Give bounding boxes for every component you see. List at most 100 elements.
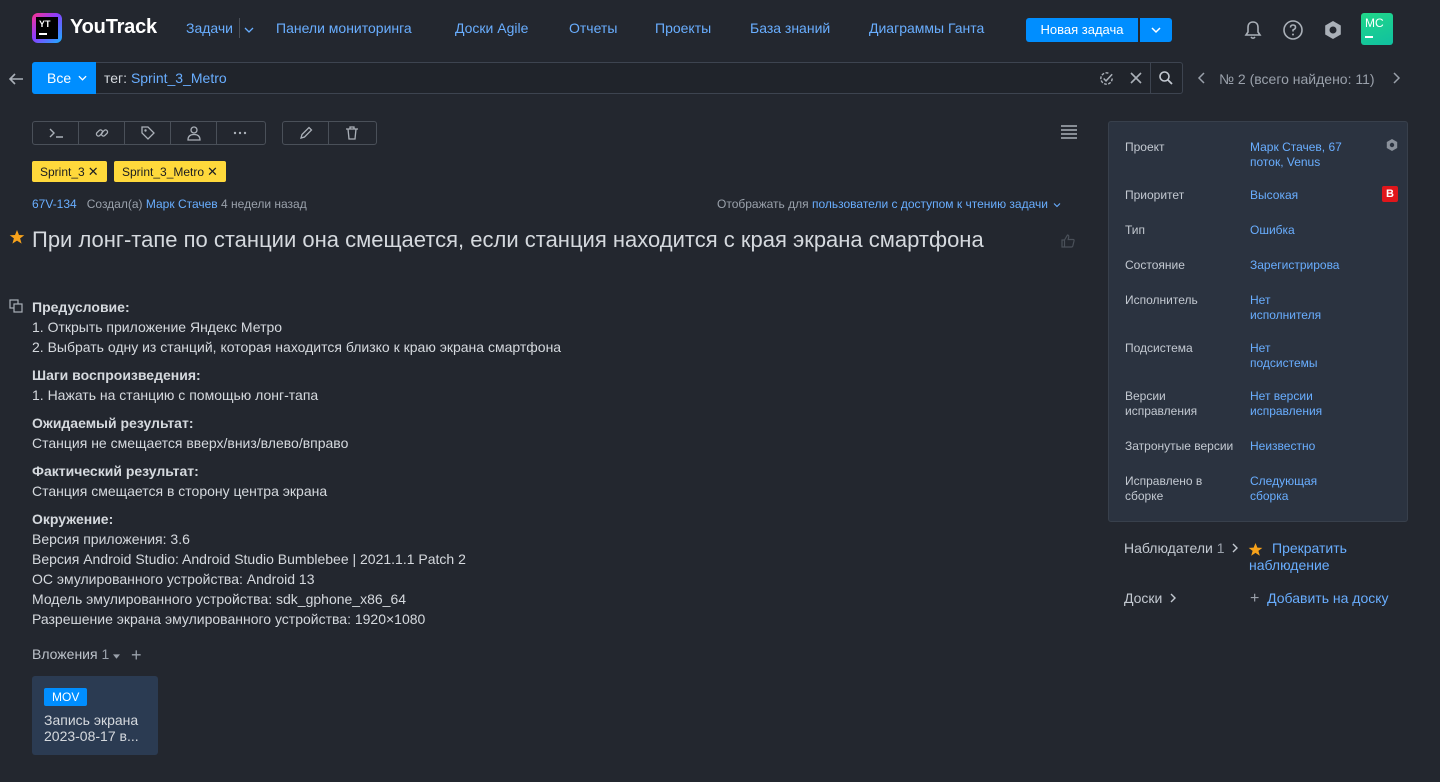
watchers-toggle[interactable]: Наблюдатели 1 (1124, 540, 1239, 556)
environment-heading: Окружение: (32, 511, 114, 527)
logo-text: YT (39, 19, 51, 29)
chevron-down-icon[interactable] (244, 26, 254, 34)
tag-sprint-3[interactable]: Sprint_3 ✕ (32, 161, 107, 182)
next-issue-icon[interactable] (1391, 72, 1401, 84)
remove-tag-icon[interactable]: ✕ (88, 164, 99, 179)
field-value[interactable]: Высокая (1250, 188, 1360, 203)
field-value[interactable]: Марк Стачев, 67 поток, Venus (1250, 140, 1360, 170)
field-label: Версии исправления (1125, 389, 1198, 418)
field-label: Тип (1125, 223, 1146, 237)
activity-view-lines-icon[interactable] (1060, 124, 1078, 140)
issue-meta: 67V-134 Создал(а) Марк Стачев 4 недели н… (32, 197, 307, 211)
brand-name[interactable]: YouTrack (70, 16, 157, 39)
new-task-dropdown-button[interactable] (1140, 18, 1172, 42)
settings-gear-icon[interactable] (1321, 18, 1345, 42)
add-to-board-label: Добавить на доску (1267, 590, 1389, 606)
expected-heading: Ожидаемый результат: (32, 415, 194, 431)
youtrack-logo[interactable]: YT (32, 13, 62, 43)
assign-button[interactable] (171, 122, 217, 144)
watchers-count: 1 (1216, 540, 1225, 556)
link-issue-button[interactable] (79, 122, 125, 144)
new-task-button[interactable]: Новая задача (1026, 18, 1138, 42)
back-arrow-icon[interactable] (7, 70, 25, 88)
visibility-selector[interactable]: Отображать для пользователи с доступом к… (717, 197, 1061, 211)
more-actions-button[interactable] (217, 122, 263, 144)
field-value[interactable]: Зарегистрирова (1250, 258, 1360, 273)
description-line: Версия Android Studio: Android Studio Bu… (32, 551, 466, 567)
field-value[interactable]: Следующая сборка (1250, 474, 1330, 504)
user-icon (186, 126, 201, 141)
description-line: ОС эмулированного устройства: Android 13 (32, 571, 315, 587)
user-avatar[interactable]: MC (1361, 13, 1393, 45)
nav-divider (239, 18, 240, 38)
author-link[interactable]: Марк Стачев (146, 197, 218, 211)
boards-label: Доски (1124, 590, 1163, 606)
help-icon[interactable] (1281, 18, 1305, 42)
edit-toolbar (282, 121, 377, 145)
nav-agile-boards[interactable]: Доски Agile (455, 20, 528, 36)
stop-watching-label: Прекратить наблюдение (1249, 540, 1347, 573)
tag-sprint-3-metro[interactable]: Sprint_3_Metro ✕ (114, 161, 226, 182)
tag-label: Sprint_3_Metro (122, 165, 205, 179)
search-icon[interactable] (1158, 70, 1174, 86)
nav-reports[interactable]: Отчеты (569, 20, 617, 36)
add-to-board-link[interactable]: + Добавить на доску (1250, 590, 1389, 608)
add-tag-button[interactable] (125, 122, 171, 144)
issue-id[interactable]: 67V-134 (32, 197, 77, 211)
issue-title[interactable]: При лонг-тапе по станции она смещается, … (32, 226, 1032, 254)
copy-icon[interactable] (9, 299, 24, 314)
chevron-down-icon (1151, 27, 1161, 34)
nav-dashboards[interactable]: Панели мониторинга (276, 20, 412, 36)
nav-issues[interactable]: Задачи (186, 20, 233, 36)
chevron-right-icon (1232, 543, 1239, 553)
issue-pager: № 2 (всего найдено: 11) (1219, 71, 1375, 87)
nav-gantt-charts[interactable]: Диаграммы Ганта (869, 20, 984, 36)
nav-knowledge-base[interactable]: База знаний (750, 20, 830, 36)
star-icon[interactable] (9, 229, 25, 245)
notifications-bell-icon[interactable] (1241, 18, 1265, 42)
field-value[interactable]: Нет исполнителя (1250, 293, 1330, 323)
field-value[interactable]: Нет версии исправления (1250, 389, 1340, 419)
description-line: 1. Открыть приложение Яндекс Метро (32, 319, 283, 335)
field-label: Подсистема (1125, 341, 1193, 355)
tag-label: Sprint_3 (40, 165, 85, 179)
trash-icon (346, 126, 358, 140)
edit-button[interactable] (283, 122, 329, 144)
previous-issue-icon[interactable] (1197, 72, 1207, 84)
field-value[interactable]: Неизвестно (1250, 439, 1360, 454)
field-value[interactable]: Ошибка (1250, 223, 1360, 238)
nav-projects[interactable]: Проекты (655, 20, 711, 36)
project-settings-icon[interactable] (1385, 138, 1399, 152)
plus-icon: + (1250, 590, 1260, 607)
save-search-check-icon[interactable] (1098, 70, 1115, 87)
thumbs-up-icon[interactable] (1060, 233, 1076, 249)
field-label: Состояние (1125, 258, 1185, 272)
field-label: Исполнитель (1125, 293, 1198, 307)
stop-watching-link[interactable]: Прекратить наблюдение (1249, 540, 1379, 574)
attachments-toggle[interactable]: Вложения 1 (32, 646, 121, 662)
issue-description: Предусловие: 1. Открыть приложение Яндек… (32, 297, 1072, 629)
command-button[interactable] (33, 122, 79, 144)
clear-search-icon[interactable] (1129, 71, 1143, 85)
visibility-label: Отображать для (717, 197, 809, 211)
attachment-card[interactable]: MOV Запись экрана 2023-08-17 в... (32, 676, 158, 755)
description-line: 2. Выбрать одну из станций, которая нахо… (32, 339, 562, 355)
delete-button[interactable] (329, 122, 375, 144)
caret-down-icon (113, 654, 121, 659)
remove-tag-icon[interactable]: ✕ (207, 164, 218, 179)
attachments-label: Вложения (32, 646, 98, 662)
query-value: Sprint_3_Metro (130, 70, 227, 86)
search-scope-button[interactable]: Все (32, 62, 96, 94)
search-input[interactable]: тег: Sprint_3_Metro (104, 70, 227, 86)
scope-label: Все (47, 70, 72, 86)
watchers-label: Наблюдатели (1124, 540, 1213, 556)
chevron-down-icon (78, 75, 87, 81)
description-line: Станция смещается в сторону центра экран… (32, 483, 328, 499)
search-divider (1150, 63, 1151, 93)
link-icon (95, 129, 108, 137)
field-label: Приоритет (1125, 188, 1185, 202)
field-value[interactable]: Нет подсистемы (1250, 341, 1330, 371)
add-attachment-plus-icon[interactable]: + (131, 645, 142, 666)
boards-toggle[interactable]: Доски (1124, 590, 1177, 606)
visibility-value[interactable]: пользователи с доступом к чтению задачи (812, 197, 1048, 211)
